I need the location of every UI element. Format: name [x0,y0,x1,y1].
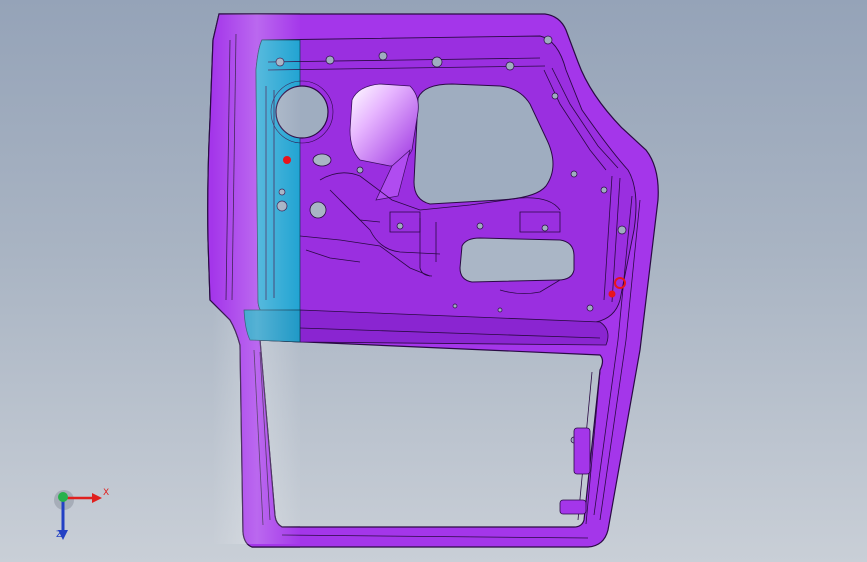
y-axis-dot [58,492,68,502]
marker-point [608,290,616,298]
coordinate-triad: X Z [40,478,120,548]
x-axis-label: X [103,488,110,498]
hinge-bracket [559,427,591,515]
surface-sheen [212,14,300,544]
z-axis-label: Z [56,530,63,540]
graphics-viewport[interactable]: X Z [0,0,867,562]
marker-point [283,156,291,164]
door-panel-model[interactable] [0,0,867,562]
x-axis-head [92,493,102,503]
